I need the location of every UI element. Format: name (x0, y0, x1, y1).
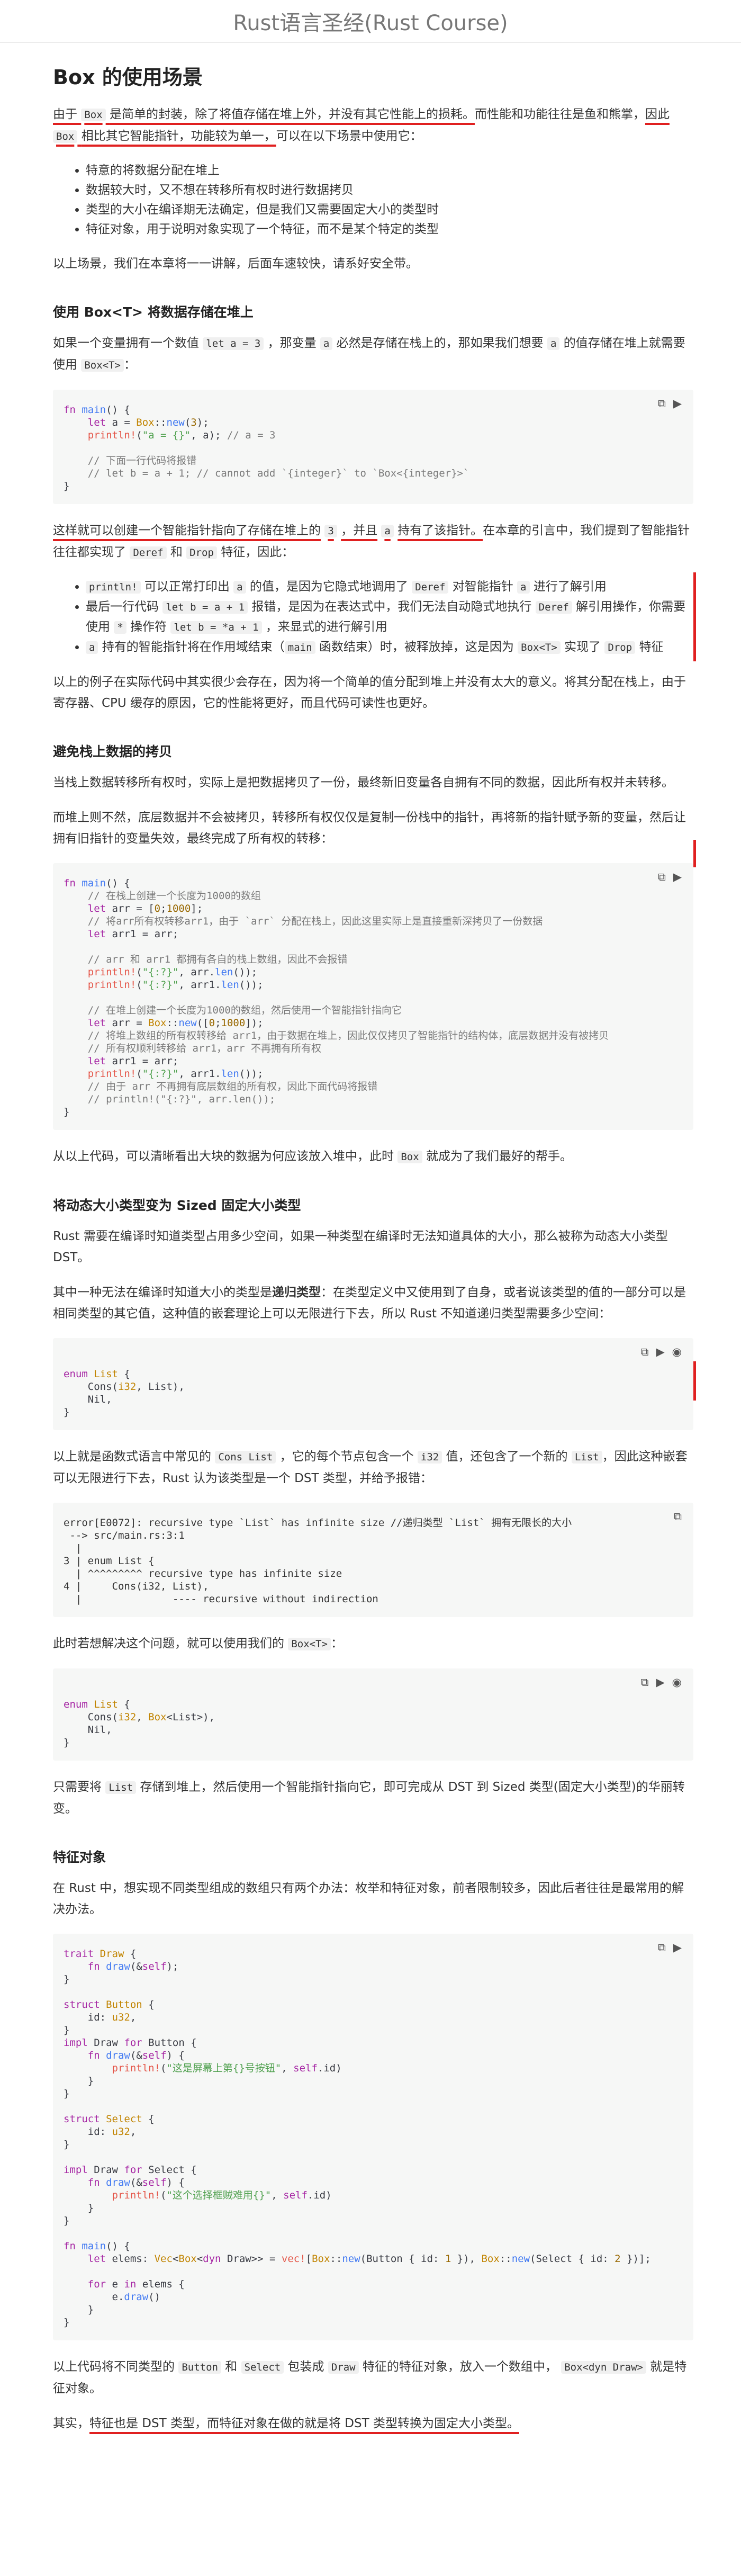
copy-icon[interactable]: ⧉ (658, 1941, 666, 1954)
code-toolbar: ⧉ (674, 1510, 682, 1523)
list-item: a 持有的智能指针将在作用域结束（main 函数结束）时，被释放掉，这是因为 B… (86, 638, 693, 658)
list-item: 类型的大小在编译期无法确定，但是我们又需要固定大小的类型时 (86, 200, 693, 220)
paragraph: 其中一种无法在编译时知道大小的类型是递归类型：在类型定义中又使用到了自身，或者说… (53, 1286, 686, 1321)
page-title: Box 的使用场景 (53, 66, 203, 89)
intro-paragraph: 由于 Box 是简单的封装，除了将值存储在堆上外，并没有其它性能上的损耗。而性能… (53, 107, 670, 143)
copy-icon[interactable]: ⧉ (674, 1510, 682, 1523)
code-toolbar: ⧉ ▶ ◉ (641, 1345, 682, 1359)
copy-icon[interactable]: ⧉ (641, 1345, 649, 1359)
paragraph: 以上就是函数式语言中常见的 Cons List ，它的每个节点包含一个 i32 … (53, 1450, 688, 1485)
eye-icon[interactable]: ◉ (672, 1345, 682, 1359)
copy-icon[interactable]: ⧉ (641, 1676, 649, 1689)
copy-icon[interactable]: ⧉ (658, 870, 666, 884)
scenario-list: 特意的将数据分配在堆上 数据较大时，又不想在转移所有权时进行数据拷贝 类型的大小… (53, 161, 693, 239)
code-block: ⧉ ▶ fn main() { // 在栈上创建一个长度为1000的数组 let… (53, 863, 693, 1130)
deref-drop-list: println! 可以正常打印出 a 的值，是因为它隐式地调用了 Deref 对… (53, 577, 693, 658)
paragraph: 如果一个变量拥有一个数值 let a = 3 ，那变量 a 必然是存储在栈上的，… (53, 336, 685, 372)
paragraph: 此时若想解决这个问题，就可以使用我们的 Box<T>： (53, 1637, 343, 1650)
paragraph: 其实，特征也是 DST 类型，而特征对象在做的就是将 DST 类型转换为固定大小… (53, 2417, 519, 2430)
list-item: 数据较大时，又不想在转移所有权时进行数据拷贝 (86, 181, 693, 200)
heading-box-heap: 使用 Box<T> 将数据存储在堆上 (53, 304, 254, 320)
code-block: ⧉ error[E0072]: recursive type `List` ha… (53, 1503, 693, 1617)
eye-icon[interactable]: ◉ (672, 1676, 682, 1689)
code-content: fn main() { let a = Box::new(3); println… (64, 404, 469, 492)
code-block: ⧉ ▶ ◉ enum List { Cons(i32, List), Nil, … (53, 1338, 693, 1430)
code-content: enum List { Cons(i32, Box<List>), Nil, } (64, 1699, 215, 1748)
book-title: Rust语言圣经(Rust Course) (233, 11, 508, 35)
annotation-bar (693, 840, 696, 867)
page-content: Box 的使用场景 由于 Box 是简单的封装，除了将值存储在堆上外，并没有其它… (0, 43, 741, 2434)
paragraph: 在 Rust 中，想实现不同类型组成的数组只有两个办法：枚举和特征对象，前者限制… (53, 1881, 684, 1916)
code-content: error[E0072]: recursive type `List` has … (64, 1517, 572, 1605)
play-icon[interactable]: ▶ (673, 1941, 682, 1954)
paragraph: 而堆上则不然，底层数据并不会被拷贝，转移所有权仅仅是复制一份栈中的指针，再将新的… (53, 811, 686, 846)
list-item: 特征对象，用于说明对象实现了一个特征，而不是某个特定的类型 (86, 220, 693, 239)
paragraph: 当栈上数据转移所有权时，实际上是把数据拷贝了一份，最终新旧变量各自拥有不同的数据… (53, 776, 674, 789)
code-block: ⧉ ▶ fn main() { let a = Box::new(3); pri… (53, 390, 693, 504)
heading-avoid-copy: 避免栈上数据的拷贝 (53, 744, 173, 759)
play-icon[interactable]: ▶ (673, 870, 682, 884)
copy-icon[interactable]: ⧉ (658, 397, 666, 410)
heading-trait-objects: 特征对象 (53, 1850, 106, 1865)
paragraph: 以上的例子在实际代码中其实很少会存在，因为将一个简单的值分配到堆上并没有太大的意… (53, 675, 686, 710)
paragraph: 以上代码将不同类型的 Button 和 Select 包装成 Draw 特征的特… (53, 2360, 687, 2395)
paragraph: Rust 需要在编译时知道类型占用多少空间，如果一种类型在编译时无法知道具体的大… (53, 1229, 668, 1264)
heading-dst-sized: 将动态大小类型变为 Sized 固定大小类型 (53, 1198, 301, 1213)
code-content: enum List { Cons(i32, List), Nil, } (64, 1368, 185, 1418)
play-icon[interactable]: ▶ (673, 397, 682, 410)
paragraph: 只需要将 List 存储到堆上，然后使用一个智能指针指向它，即可完成从 DST … (53, 1780, 685, 1816)
annotation-bar (693, 1361, 696, 1401)
list-item: 特意的将数据分配在堆上 (86, 161, 693, 181)
code-toolbar: ⧉ ▶ (658, 870, 682, 884)
play-icon[interactable]: ▶ (656, 1676, 665, 1689)
list-item: println! 可以正常打印出 a 的值，是因为它隐式地调用了 Deref 对… (86, 577, 693, 597)
list-item: 最后一行代码 let b = a + 1 报错，是因为在表达式中，我们无法自动隐… (86, 597, 693, 638)
paragraph: 这样就可以创建一个智能指针指向了存储在堆上的 3 ，并且 a 持有了该指针。在本… (53, 524, 690, 559)
paragraph: 从以上代码，可以清晰看出大块的数据为何应该放入堆中，此时 Box 就成为了我们最… (53, 1150, 572, 1163)
annotation-bar (693, 572, 696, 661)
code-toolbar: ⧉ ▶ (658, 397, 682, 410)
intro-outro: 以上场景，我们在本章将一一讲解，后面车速较快，请系好安全带。 (53, 257, 418, 271)
code-toolbar: ⧉ ▶ ◉ (641, 1676, 682, 1689)
code-toolbar: ⧉ ▶ (658, 1941, 682, 1954)
code-content: trait Draw { fn draw(&self); } struct Bu… (64, 1948, 651, 2328)
code-content: fn main() { // 在栈上创建一个长度为1000的数组 let arr… (64, 877, 609, 1118)
top-bar: Rust语言圣经(Rust Course) (0, 0, 741, 43)
code-block: ⧉ ▶ ◉ enum List { Cons(i32, Box<List>), … (53, 1668, 693, 1761)
code-block: ⧉ ▶ trait Draw { fn draw(&self); } struc… (53, 1934, 693, 2340)
play-icon[interactable]: ▶ (656, 1345, 665, 1359)
